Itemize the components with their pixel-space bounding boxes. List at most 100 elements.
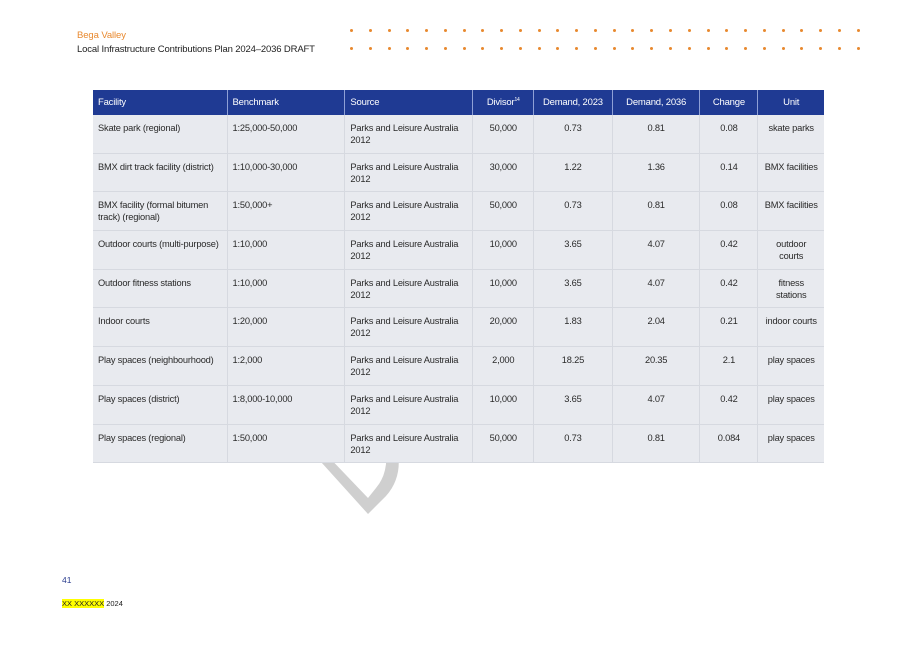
dot [575,47,579,50]
divisor-cell: 10,000 [472,230,534,270]
column-header: Demand, 2023 [533,90,613,115]
source-cell: Parks and Leisure Australia 2012 [344,385,474,425]
facility-cell: Outdoor fitness stations [93,269,228,309]
source-cell: Parks and Leisure Australia 2012 [344,230,474,270]
dot [762,29,766,32]
source-cell: Parks and Leisure Australia 2012 [344,191,474,232]
demand-2023-cell: 0.73 [533,191,613,232]
change-cell: 0.14 [699,153,759,193]
column-header: Change [699,90,759,115]
column-header: Unit [757,90,824,115]
divisor-cell: 10,000 [472,385,534,425]
footer-year: 2024 [104,599,123,608]
table-row: Outdoor courts (multi-purpose) 1:10,000 Pa… [93,230,824,270]
dot [518,47,522,50]
dot [781,29,785,32]
dot [462,47,466,50]
unit-cell: indoor courts [757,307,824,348]
demand-2036-cell: 0.81 [612,115,701,154]
demand-2023-cell: 0.73 [533,115,613,154]
dot [687,47,691,50]
dot [368,29,372,32]
benchmark-cell: 1:10,000 [227,269,346,309]
benchmark-cell: 1:20,000 [227,307,346,348]
facility-cell: BMX facility (formal bitumen track) (reg… [93,191,228,232]
column-header: Divisor14 [472,90,534,115]
benchmark-cell: 1:10,000-30,000 [227,153,346,193]
table-row: Skate park (regional) 1:25,000-50,000 Park… [93,115,824,154]
page-number: 41 [62,575,72,585]
demand-2023-cell: 3.65 [533,269,613,309]
decorative-dot-pattern [350,29,865,53]
demand-2023-cell: 0.73 [533,424,613,464]
unit-cell: BMX facilities [757,191,824,232]
table-row: Play spaces (regional) 1:50,000 Parks and … [93,424,824,464]
footer-date: XX XXXXXX 2024 [62,599,123,608]
dot [500,47,504,50]
unit-cell: play spaces [757,346,824,386]
footnote-reference: 14 [514,96,520,103]
dot [819,47,823,50]
column-header-label: Facility [98,97,126,108]
demand-2036-cell: 4.07 [612,230,701,270]
source-cell: Parks and Leisure Australia 2012 [344,424,474,464]
dot [706,29,710,32]
divisor-cell: 10,000 [472,269,534,309]
dot [350,47,353,50]
source-cell: Parks and Leisure Australia 2012 [344,269,474,309]
unit-cell: play spaces [757,385,824,425]
column-header: Demand, 2036 [612,90,701,115]
dot [462,29,466,32]
column-header: Source [344,90,474,115]
dot-row [350,29,860,32]
dot [593,47,597,50]
demand-2036-cell: 1.36 [612,153,701,193]
table-row: Indoor courts 1:20,000 Parks and Leisure A… [93,307,824,348]
dot [800,47,804,50]
benchmark-cell: 1:10,000 [227,230,346,270]
dot [819,29,823,32]
header-title: Bega Valley [77,30,126,41]
dot [556,29,560,32]
dot [800,29,804,32]
table-row: BMX dirt track facility (district) 1:10,0… [93,153,824,193]
dot [725,29,729,32]
dot [593,29,597,32]
date-placeholder-highlight: XX XXXXXX [62,599,105,608]
dot [612,29,616,32]
demand-2023-cell: 18.25 [533,346,613,386]
dot [837,29,841,32]
change-cell: 0.08 [699,191,759,232]
dot [762,47,766,50]
facility-cell: Indoor courts [93,307,228,348]
unit-cell: play spaces [757,424,824,464]
column-header-label: Benchmark [232,97,279,108]
table-row: Play spaces (district) 1:8,000-10,000 Park… [93,385,824,425]
dot [406,29,410,32]
dot [631,47,635,50]
dot [443,47,447,50]
column-header-label: Change [712,97,745,108]
dot [387,29,391,32]
benchmark-cell: 1:25,000-50,000 [227,115,346,154]
facility-cell: Play spaces (regional) [93,424,228,464]
dot [387,47,391,50]
dot [744,29,748,32]
source-cell: Parks and Leisure Australia 2012 [344,115,474,154]
demand-2023-cell: 3.65 [533,385,613,425]
demand-2036-cell: 20.35 [612,346,701,386]
unit-cell: fitness stations [757,269,824,309]
dot [687,29,691,32]
unit-cell: outdoor courts [757,230,824,270]
benchmark-cell: 1:2,000 [227,346,346,386]
column-header-label: Demand, 2023 [542,97,603,108]
unit-cell: BMX facilities [757,153,824,193]
dot [706,47,710,50]
dot [669,29,673,32]
dot [500,29,504,32]
dot-row [350,47,860,50]
dot [368,47,372,50]
table-row: Play spaces (neighbourhood) 1:2,000 Parks … [93,346,824,386]
dot [350,29,353,32]
dot [518,29,522,32]
